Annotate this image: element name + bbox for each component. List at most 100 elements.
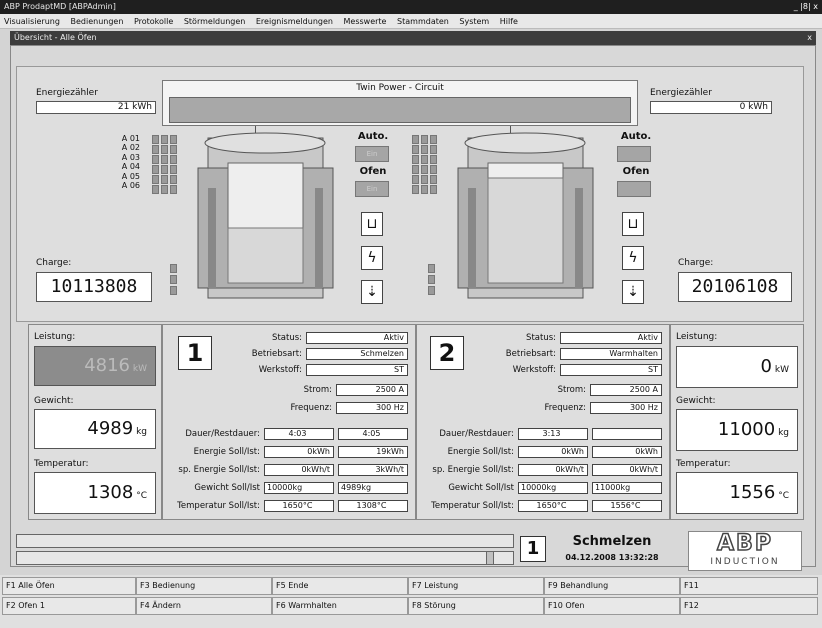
active-oven-number: 1 <box>520 536 546 562</box>
fkey-f3[interactable]: F3 Bedienung <box>136 577 272 595</box>
fkey-f8[interactable]: F8 Störung <box>408 597 544 615</box>
menu-protokolle[interactable]: Protokolle <box>134 17 173 26</box>
fkey-f2[interactable]: F2 Ofen 1 <box>2 597 136 615</box>
fkey-f10[interactable]: F10 Ofen <box>544 597 680 615</box>
leistung-number-1: 4816 <box>84 355 130 376</box>
status-lamp <box>152 165 159 174</box>
energie-ist-2: 0kWh <box>592 446 662 458</box>
status-lamp <box>421 165 428 174</box>
fkey-f9[interactable]: F9 Behandlung <box>544 577 680 595</box>
energy-value-left: 21 kWh <box>36 101 156 114</box>
energie-soll-2: 0kWh <box>518 446 588 458</box>
furnace-1-illustration <box>197 132 334 299</box>
status-lamp <box>412 165 419 174</box>
logo-induction-text: INDUCTION <box>710 557 780 567</box>
gewicht-soll-2: 10000kg <box>518 482 588 494</box>
gewicht-soll-ist-label-1: Gewicht Soll/Ist <box>194 483 260 493</box>
status-lamp <box>170 264 177 273</box>
auto-toggle-2[interactable] <box>617 146 651 162</box>
fkey-f11[interactable]: F11 <box>680 577 818 595</box>
child-window-title: Übersicht - Alle Öfen x <box>10 31 816 45</box>
progress-bar-top <box>16 534 514 548</box>
slot-a02: A 02 <box>121 143 140 153</box>
menu-ereignismeldungen[interactable]: Ereignismeldungen <box>256 17 333 26</box>
fkey-f4[interactable]: F4 Ändern <box>136 597 272 615</box>
strom-field-2: 2500 A <box>590 384 662 396</box>
ofen-toggle-2[interactable] <box>617 181 651 197</box>
temperatur-soll-1: 1650°C <box>264 500 334 512</box>
temperatur-number-1: 1308 <box>87 482 134 503</box>
dauer-ist-2 <box>592 428 662 440</box>
status-lamp <box>412 145 419 154</box>
status-lamp <box>161 155 168 164</box>
status-lamp <box>412 135 419 144</box>
ofen-toggle-1[interactable]: Ein <box>355 181 389 197</box>
frequenz-field-1: 300 Hz <box>336 402 408 414</box>
status-lamp <box>430 165 437 174</box>
status-lamp <box>161 165 168 174</box>
status-lamp <box>430 155 437 164</box>
gewicht-value-1: 4989 kg <box>34 409 156 449</box>
crucible-icon-2[interactable]: ⊔ <box>622 212 644 236</box>
status-lamp <box>170 145 177 154</box>
menu-system[interactable]: System <box>459 17 489 26</box>
status-lamp <box>430 145 437 154</box>
sp-energie-label-2: sp. Energie Soll/Ist: <box>432 465 514 475</box>
tilt-pour-icon[interactable]: ⇣ <box>361 280 383 304</box>
betriebsart-field-1: Schmelzen <box>306 348 408 360</box>
energy-label-right: Energiezähler <box>650 88 712 98</box>
sp-energie-ist-2: 0kWh/t <box>592 464 662 476</box>
status-lamp <box>170 155 177 164</box>
close-icon[interactable]: x <box>807 31 812 45</box>
title-bar: ABP ProdaptMD [ABPAdmin] _ |8| x <box>0 0 822 14</box>
status-label-1: Status: <box>272 333 302 343</box>
power-lightning-icon[interactable]: ϟ <box>361 246 383 270</box>
energy-label-left: Energiezähler <box>36 88 98 98</box>
leistung-label-2: Leistung: <box>676 332 718 342</box>
sp-energie-label-1: sp. Energie Soll/Ist: <box>178 465 260 475</box>
power-lightning-icon-2[interactable]: ϟ <box>622 246 644 270</box>
status-lamp <box>161 145 168 154</box>
auto-toggle-1[interactable]: Ein <box>355 146 389 162</box>
menu-stoermeldungen[interactable]: Störmeldungen <box>184 17 245 26</box>
progress-marker <box>486 551 494 565</box>
energie-label-2: Energie Soll/Ist: <box>447 447 514 457</box>
dauer-ist-1: 4:05 <box>338 428 408 440</box>
menu-messwerte[interactable]: Messwerte <box>344 17 387 26</box>
status-lamp <box>161 185 168 194</box>
dauer-label-2: Dauer/Restdauer: <box>439 429 514 439</box>
active-mode: Schmelzen <box>572 534 652 549</box>
leistung-unit-1: kW <box>132 364 147 374</box>
betriebsart-label-1: Betriebsart: <box>251 349 302 359</box>
slot-a04: A 04 <box>121 162 140 172</box>
menu-stammdaten[interactable]: Stammdaten <box>397 17 449 26</box>
oven-number-1: 1 <box>178 336 212 370</box>
fkey-f6[interactable]: F6 Warmhalten <box>272 597 408 615</box>
twin-power-bar <box>169 97 631 123</box>
slot-list: A 01 A 02 A 03 A 04 A 05 A 06 <box>100 134 140 190</box>
window-controls[interactable]: _ |8| x <box>794 0 818 14</box>
leistung-number-2: 0 <box>760 356 772 377</box>
gewicht-soll-1: 10000kg <box>264 482 334 494</box>
status-lamp <box>170 135 177 144</box>
crucible-icon[interactable]: ⊔ <box>361 212 383 236</box>
menu-hilfe[interactable]: Hilfe <box>500 17 518 26</box>
charge-label-1: Charge: <box>36 258 72 268</box>
status-lamp <box>430 175 437 184</box>
fkey-f7[interactable]: F7 Leistung <box>408 577 544 595</box>
menu-visualisierung[interactable]: Visualisierung <box>4 17 60 26</box>
status-field-2: Aktiv <box>560 332 662 344</box>
status-field-1: Aktiv <box>306 332 408 344</box>
energy-value-right: 0 kWh <box>650 101 772 114</box>
fkey-f1[interactable]: F1 Alle Öfen <box>2 577 136 595</box>
leistung-value-1: 4816 kW <box>34 346 156 386</box>
menu-bedienungen[interactable]: Bedienungen <box>70 17 123 26</box>
fkey-f12[interactable]: F12 <box>680 597 818 615</box>
fkey-f5[interactable]: F5 Ende <box>272 577 408 595</box>
status-lamp <box>428 286 435 295</box>
temperatur-soll-ist-label-1: Temperatur Soll/Ist: <box>177 501 260 511</box>
tilt-pour-icon-2[interactable]: ⇣ <box>622 280 644 304</box>
dauer-soll-2: 3:13 <box>518 428 588 440</box>
status-lamp <box>421 185 428 194</box>
status-lamp <box>152 185 159 194</box>
